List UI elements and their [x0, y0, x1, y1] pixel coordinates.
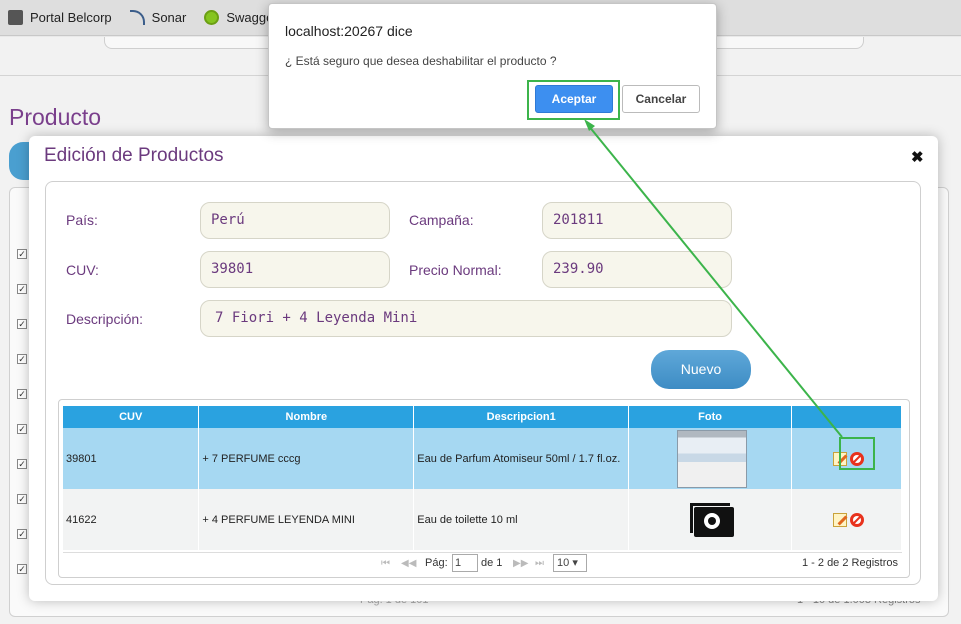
cell-nombre: + 7 PERFUME cccg [198, 428, 415, 489]
cell-foto [628, 428, 793, 489]
row-checkbox[interactable]: ✓ [17, 354, 27, 364]
column-header-actions [791, 406, 902, 428]
column-header-nombre[interactable]: Nombre [198, 406, 415, 428]
precio-label: Precio Normal: [409, 262, 502, 278]
product-photo[interactable] [676, 429, 747, 488]
close-icon[interactable]: ✖ [911, 148, 924, 166]
page-size-value: 10 [557, 557, 570, 569]
column-header-foto[interactable]: Foto [628, 406, 793, 428]
row-checkbox[interactable]: ✓ [17, 529, 27, 539]
row-checkbox[interactable]: ✓ [17, 389, 27, 399]
cuv-field[interactable]: 39801 [200, 251, 390, 288]
highlight-aceptar [527, 80, 620, 120]
bookmark-swagger[interactable]: Swagger [204, 10, 278, 25]
modal-title: Edición de Productos [44, 145, 224, 166]
row-checkbox[interactable]: ✓ [17, 284, 27, 294]
dialog-message: ¿ Está seguro que desea deshabilitar el … [285, 54, 557, 68]
product-form: País: Perú Campaña: 201811 CUV: 39801 Pr… [45, 181, 921, 585]
camera-icon[interactable] [689, 502, 734, 537]
cell-descripcion: Eau de Parfum Atomiseur 50ml / 1.7 fl.oz… [413, 428, 630, 489]
portal-icon [8, 10, 23, 25]
bookmark-label: Sonar [151, 10, 187, 25]
chevron-down-icon: ▾ [572, 557, 578, 569]
prev-page-icon[interactable]: ◀◀ [401, 558, 416, 569]
first-page-icon[interactable]: ⏮ [381, 558, 390, 569]
record-count: 1 - 2 de 2 Registros [802, 557, 898, 569]
table-row[interactable]: 39801 + 7 PERFUME cccg Eau de Parfum Ato… [63, 428, 902, 489]
cell-cuv: 39801 [63, 428, 200, 489]
bookmark-portal-belcorp[interactable]: Portal Belcorp [8, 10, 112, 25]
cell-actions [791, 489, 902, 550]
products-grid: CUV Nombre Descripcion1 Foto 39801 + 7 P… [58, 399, 910, 578]
bookmark-label: Portal Belcorp [30, 10, 112, 25]
column-header-descripcion[interactable]: Descripcion1 [413, 406, 630, 428]
dialog-title: localhost:20267 dice [285, 23, 413, 39]
precio-field[interactable]: 239.90 [542, 251, 732, 288]
page-size-select[interactable]: 10 ▾ [553, 554, 587, 572]
page-label: Pág: [425, 557, 448, 569]
cell-foto [628, 489, 793, 550]
row-checkbox[interactable]: ✓ [17, 319, 27, 329]
column-header-cuv[interactable]: CUV [63, 406, 200, 428]
bookmark-sonar[interactable]: Sonar [129, 10, 187, 25]
cell-nombre: + 4 PERFUME LEYENDA MINI [198, 489, 415, 550]
disable-icon[interactable] [849, 512, 864, 527]
edit-product-modal: Edición de Productos ✖ País: Perú Campañ… [29, 136, 938, 601]
descripcion-field[interactable]: 7 Fiori + 4 Leyenda Mini [200, 300, 732, 337]
pais-label: País: [66, 212, 98, 228]
swagger-icon [204, 10, 220, 25]
table-row[interactable]: 41622 + 4 PERFUME LEYENDA MINI Eau de to… [63, 489, 902, 550]
cuv-label: CUV: [66, 262, 99, 278]
edit-icon[interactable] [832, 512, 847, 527]
cell-cuv: 41622 [63, 489, 200, 550]
row-checkbox[interactable]: ✓ [17, 494, 27, 504]
page-input[interactable]: 1 [452, 554, 478, 572]
products-table: CUV Nombre Descripcion1 Foto 39801 + 7 P… [63, 406, 902, 550]
campana-field[interactable]: 201811 [542, 202, 732, 239]
pais-field[interactable]: Perú [200, 202, 390, 239]
page-title: Producto [9, 104, 102, 130]
pager: ⏮ ◀◀ Pág: 1 de 1 ▶▶ ⏭ 10 ▾ 1 - 2 de 2 Re… [63, 552, 902, 574]
row-checkbox[interactable]: ✓ [17, 249, 27, 259]
highlight-disable-icon [839, 437, 875, 470]
row-checkbox[interactable]: ✓ [17, 459, 27, 469]
nuevo-button[interactable]: Nuevo [651, 350, 751, 389]
page-of-text: de 1 [481, 557, 503, 569]
campana-label: Campaña: [409, 212, 474, 228]
cancelar-button[interactable]: Cancelar [622, 85, 700, 113]
confirm-dialog: localhost:20267 dice ¿ Está seguro que d… [268, 3, 717, 129]
row-checkbox[interactable]: ✓ [17, 564, 27, 574]
row-checkbox[interactable]: ✓ [17, 424, 27, 434]
next-page-icon[interactable]: ▶▶ [513, 558, 528, 569]
cell-descripcion: Eau de toilette 10 ml [413, 489, 630, 550]
descripcion-label: Descripción: [66, 311, 144, 327]
last-page-icon[interactable]: ⏭ [535, 558, 544, 569]
sonar-icon [129, 10, 145, 25]
